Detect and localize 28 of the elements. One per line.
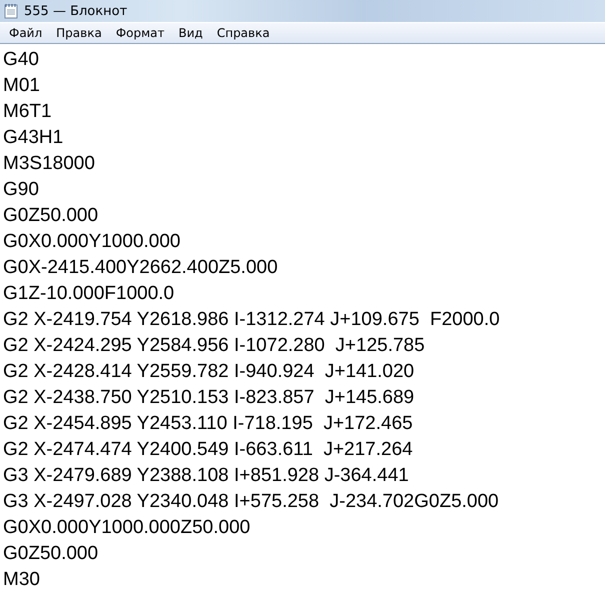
text-line: G0X0.000Y1000.000Z50.000 — [3, 516, 250, 540]
text-line: G3 X-2497.028 Y2340.048 I+575.258 J-234.702G0Z5.000 — [3, 490, 499, 514]
text-line: G2 X-2438.750 Y2510.153 I-823.857 J+145.689 — [3, 386, 414, 410]
text-line: M3S18000 — [3, 152, 95, 176]
text-line: G2 X-2428.414 Y2559.782 I-940.924 J+141.020 — [3, 360, 414, 384]
menu-item[interactable]: Правка — [49, 26, 109, 40]
text-line: G0X-2415.400Y2662.400Z5.000 — [3, 256, 278, 280]
text-line: G0X0.000Y1000.000 — [3, 230, 180, 254]
text-line: G2 X-2419.754 Y2618.986 I-1312.274 J+109.675 F2000.0 — [3, 308, 500, 332]
text-line: G2 X-2424.295 Y2584.956 I-1072.280 J+125.785 — [3, 334, 425, 358]
text-line: G2 X-2454.895 Y2453.110 I-718.195 J+172.465 — [3, 412, 413, 436]
text-line: G40 — [3, 48, 39, 72]
menu-item[interactable]: Файл — [2, 26, 50, 40]
text-line: M6T1 — [3, 100, 52, 124]
text-line: G1Z-10.000F1000.0 — [3, 282, 174, 306]
menu-item[interactable]: Вид — [172, 26, 210, 40]
menu-item[interactable]: Справка — [210, 26, 277, 40]
text-line: G0Z50.000 — [3, 542, 98, 566]
text-line: G2 X-2474.474 Y2400.549 I-663.611 J+217.264 — [3, 438, 413, 462]
text-line: M30 — [3, 568, 40, 592]
text-line: G43H1 — [3, 126, 64, 150]
window-title: 555 — Блокнот — [24, 4, 128, 18]
text-line: G0Z50.000 — [3, 204, 98, 228]
text-line: G3 X-2479.689 Y2388.108 I+851.928 J-364.441 — [3, 464, 409, 488]
text-line: G90 — [3, 178, 39, 202]
text-line: M01 — [3, 74, 40, 98]
menu-item[interactable]: Формат — [108, 26, 172, 40]
notepad-icon — [4, 3, 18, 19]
